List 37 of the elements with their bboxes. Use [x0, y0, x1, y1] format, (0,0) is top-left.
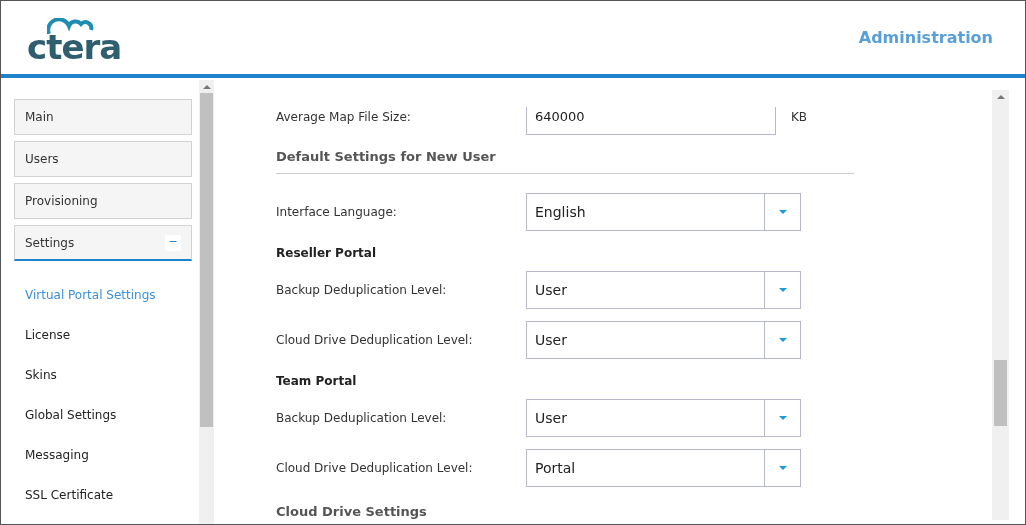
subsection-heading: Reseller Portal	[276, 245, 378, 262]
caret-icon	[778, 416, 787, 420]
field-label: Cloud Drive Deduplication Level:	[276, 332, 474, 349]
dropdown[interactable]: User	[526, 271, 801, 309]
section-title: Administration	[858, 27, 993, 49]
sidebar-item[interactable]: Settings −	[14, 225, 192, 261]
dropdown[interactable]: User	[526, 321, 801, 359]
caret-icon	[778, 210, 787, 214]
sidebar-item[interactable]: Provisioning	[14, 183, 192, 219]
dropdown[interactable]: User	[526, 399, 801, 437]
input-field[interactable]: 640000	[526, 107, 776, 135]
sidebar-link[interactable]: SSL Certificate	[14, 475, 192, 515]
sidebar-item[interactable]: Main	[14, 99, 192, 135]
field-label: Cloud Drive Deduplication Level:	[276, 460, 474, 477]
scrollbar[interactable]	[199, 80, 214, 524]
dropdown[interactable]: English	[526, 193, 801, 231]
unit-label: KB	[791, 109, 808, 126]
collapse-toggle[interactable]: −	[165, 234, 181, 251]
sidebar-link[interactable]: Virtual Portal Settings	[14, 275, 192, 315]
field-label: Interface Language:	[276, 204, 398, 221]
sidebar-item[interactable]: Users	[14, 141, 192, 177]
sidebar-link[interactable]: Messaging	[14, 435, 192, 475]
section-heading: Cloud Drive Settings	[276, 503, 428, 521]
section-heading: Default Settings for New User	[276, 135, 854, 174]
sidebar-link[interactable]: Global Settings	[14, 395, 192, 435]
caret-icon	[778, 288, 787, 292]
caret-icon	[778, 338, 787, 342]
subsection-heading: Team Portal	[276, 373, 358, 390]
field-label: Backup Deduplication Level:	[276, 282, 448, 299]
logo-text: ctera	[27, 30, 122, 64]
dropdown[interactable]: Portal	[526, 449, 801, 487]
field-label: Backup Deduplication Level:	[276, 410, 448, 427]
caret-icon	[778, 466, 787, 470]
field-label: Average Map File Size:	[276, 109, 412, 126]
sidebar-link[interactable]: Skins	[14, 355, 192, 395]
scrollbar[interactable]	[992, 90, 1009, 520]
sidebar-link[interactable]: License	[14, 315, 192, 355]
